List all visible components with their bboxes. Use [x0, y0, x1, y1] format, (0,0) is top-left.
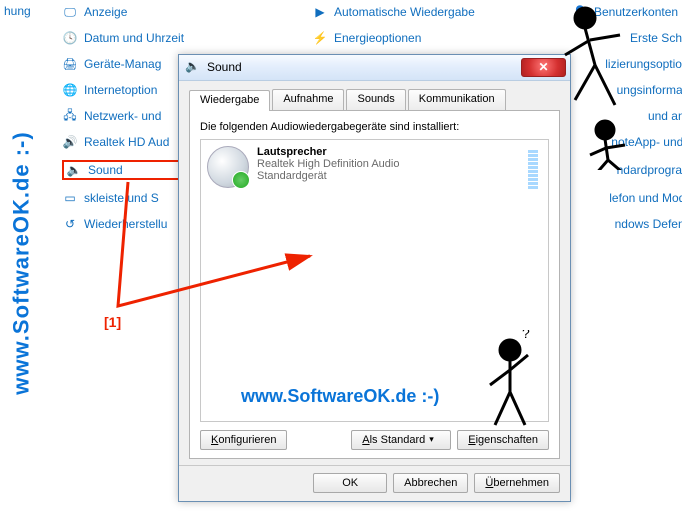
- callout-number: [1]: [104, 314, 121, 330]
- tab-kommunikation[interactable]: Kommunikation: [408, 89, 506, 110]
- device-name: Lautsprecher: [257, 146, 399, 158]
- autoplay-icon: ▶: [312, 4, 328, 20]
- tab-sounds[interactable]: Sounds: [346, 89, 405, 110]
- power-icon: ⚡: [312, 30, 328, 46]
- tab-wiedergabe[interactable]: Wiedergabe: [189, 90, 270, 111]
- network-icon: 🖧: [62, 108, 78, 124]
- tab-aufnahme[interactable]: Aufnahme: [272, 89, 344, 110]
- cancel-button[interactable]: Abbrechen: [393, 473, 468, 493]
- speaker-device-icon: [207, 146, 249, 188]
- set-default-button[interactable]: Als Standard: [351, 430, 451, 450]
- apply-button[interactable]: Übernehmen: [474, 473, 560, 493]
- vu-meter: [528, 150, 538, 189]
- dialog-title: Sound: [207, 60, 521, 74]
- configure-button[interactable]: Konfigurieren: [200, 430, 287, 450]
- sound-icon: 🔈: [185, 59, 201, 75]
- stickman-top: [550, 0, 650, 170]
- sidebar-truncated-text: hung: [4, 4, 31, 18]
- cp-item-datum-uhrzeit[interactable]: 🕓Datum und Uhrzeit: [62, 30, 312, 46]
- cp-item-trunc-26[interactable]: ndows Defender: [572, 216, 682, 232]
- clock-icon: 🕓: [62, 30, 78, 46]
- properties-button[interactable]: Eigenschaften: [457, 430, 549, 450]
- sound-dialog: 🔈 Sound ✕ Wiedergabe Aufnahme Sounds Kom…: [178, 54, 571, 502]
- dialog-footer: OK Abbrechen Übernehmen: [179, 465, 570, 501]
- device-manager-icon: 🖨: [62, 56, 78, 72]
- stickman-bottom: ?: [470, 330, 560, 430]
- globe-icon: 🌐: [62, 82, 78, 98]
- device-status: Standardgerät: [257, 170, 399, 182]
- cp-item-auto-wiedergabe[interactable]: ▶Automatische Wiedergabe: [312, 4, 572, 20]
- recovery-icon: ↺: [62, 216, 78, 232]
- cp-item-trunc-23[interactable]: lefon und Modem: [572, 190, 682, 206]
- svg-text:?: ?: [522, 330, 530, 341]
- device-item-lautsprecher[interactable]: Lautsprecher Realtek High Definition Aud…: [207, 146, 542, 188]
- close-icon: ✕: [538, 60, 548, 74]
- speaker-icon: 🔈: [66, 162, 82, 178]
- cp-item-anzeige[interactable]: 🖵Anzeige: [62, 4, 312, 20]
- cp-item-energie[interactable]: ⚡Energieoptionen: [312, 30, 572, 46]
- device-driver: Realtek High Definition Audio: [257, 158, 399, 170]
- dialog-titlebar[interactable]: 🔈 Sound ✕: [179, 55, 570, 81]
- pane-caption: Die folgenden Audiowiedergabegeräte sind…: [200, 121, 549, 133]
- audio-icon: 🔊: [62, 134, 78, 150]
- taskbar-icon: ▭: [62, 190, 78, 206]
- ok-button[interactable]: OK: [313, 473, 387, 493]
- dialog-tabs: Wiedergabe Aufnahme Sounds Kommunikation: [189, 89, 560, 111]
- watermark-left: www.SoftwareOK.de :-): [9, 131, 35, 394]
- display-icon: 🖵: [62, 4, 78, 20]
- watermark-inside: www.SoftwareOK.de :-): [241, 386, 439, 407]
